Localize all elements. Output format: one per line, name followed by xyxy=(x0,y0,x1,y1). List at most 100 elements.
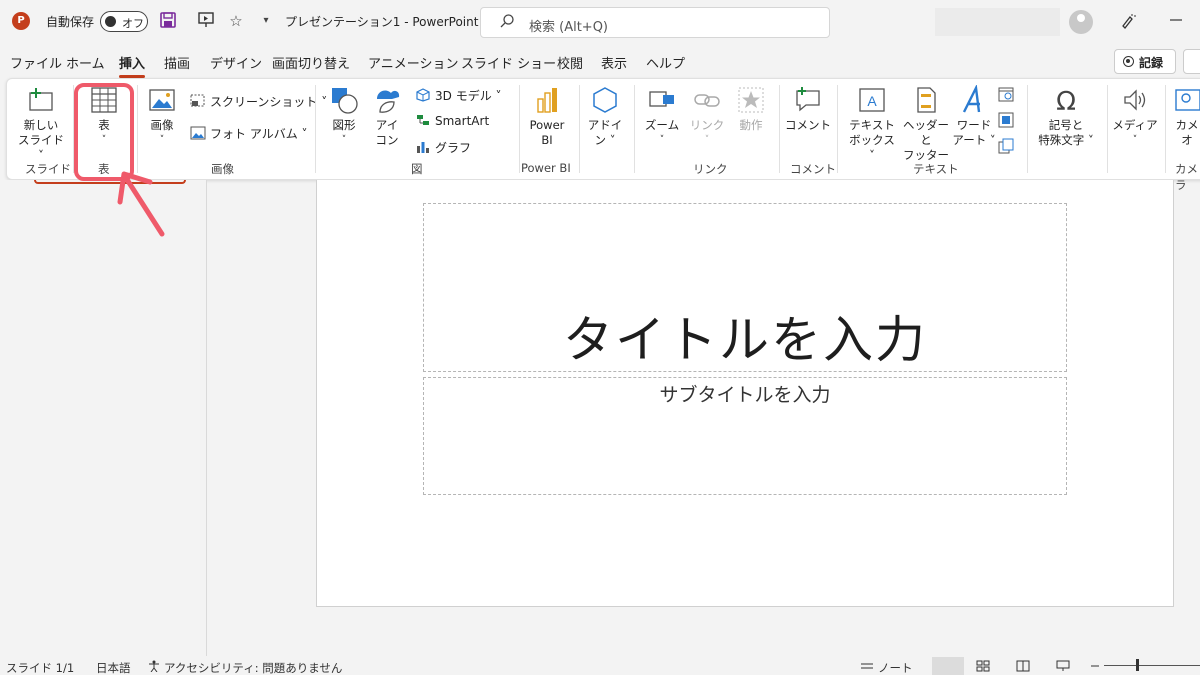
designer-icon[interactable] xyxy=(1118,12,1138,32)
link-caret: ˅ xyxy=(704,135,710,145)
header-footer-label-1: ヘッダーと xyxy=(903,118,949,147)
zoom-out-icon[interactable] xyxy=(1090,660,1100,674)
smartart-label: SmartArt xyxy=(435,114,490,128)
language[interactable]: 日本語 xyxy=(96,660,131,675)
zoom-slider[interactable] xyxy=(1104,665,1200,666)
title-placeholder[interactable]: タイトルを入力 xyxy=(423,203,1067,372)
status-bar: スライド 1/1 日本語 アクセシビリティ: 問題ありません ノート xyxy=(0,656,1200,675)
autosave-toggle[interactable]: オフ xyxy=(100,11,148,32)
tab-draw[interactable]: 描画 xyxy=(164,53,190,72)
speaker-icon xyxy=(1124,89,1146,111)
zoom-label: ズーム xyxy=(644,118,680,132)
save-icon[interactable] xyxy=(158,11,178,31)
group-divider xyxy=(779,85,780,173)
record-icon xyxy=(1123,56,1134,67)
account-name xyxy=(935,8,1060,36)
slide-thumbnail-pane[interactable] xyxy=(0,180,207,656)
camera-button[interactable]: カメ オ xyxy=(1169,85,1200,148)
tab-transitions[interactable]: 画面切り替え xyxy=(272,53,350,72)
group-label-camera: カメラ xyxy=(1175,162,1198,192)
textbox-label-1: テキスト xyxy=(849,118,895,132)
wordart-icon xyxy=(962,85,981,113)
smartart-button[interactable]: SmartArt xyxy=(415,113,489,128)
tab-file[interactable]: ファイル xyxy=(10,53,62,72)
3d-model-label: 3D モデル ˅ xyxy=(435,89,502,103)
media-label: メディア xyxy=(1112,118,1158,132)
zoom-slider-thumb[interactable] xyxy=(1136,659,1139,671)
powerbi-icon xyxy=(537,88,557,113)
symbols-button[interactable]: Ω 記号と 特殊文字 ˅ xyxy=(1033,85,1099,148)
icons-button[interactable]: アイ コン xyxy=(369,85,405,148)
autosave-state: オフ xyxy=(122,17,144,30)
slide-sorter-icon[interactable] xyxy=(976,660,990,675)
header-footer-button[interactable]: ヘッダーと フッター xyxy=(901,85,951,163)
group-divider xyxy=(519,85,520,173)
group-divider xyxy=(315,85,316,173)
avatar[interactable] xyxy=(1069,10,1093,34)
tab-view[interactable]: 表示 xyxy=(601,53,627,72)
group-label-image: 画像 xyxy=(211,162,234,176)
group-label-slide: スライド xyxy=(25,162,71,176)
image-button[interactable]: 画像 ˅ xyxy=(143,85,181,148)
comment-button[interactable]: コメント xyxy=(785,85,831,133)
shapes-label: 図形 xyxy=(332,118,356,132)
media-caret: ˅ xyxy=(1132,135,1138,145)
new-slide-label-1: 新しい xyxy=(23,118,59,132)
media-button[interactable]: メディア ˅ xyxy=(1111,85,1159,148)
record-label: 記録 xyxy=(1139,56,1164,70)
action-button[interactable]: 動作 xyxy=(731,85,771,133)
group-divider xyxy=(1027,85,1028,173)
powerbi-label-2: BI xyxy=(541,133,553,147)
new-slide-icon xyxy=(29,88,53,111)
minimize-icon[interactable] xyxy=(1166,12,1186,32)
tab-insert[interactable]: 挿入 xyxy=(119,53,146,78)
link-button[interactable]: リンク ˅ xyxy=(687,85,727,148)
addin-button[interactable]: アドイ ン ˅ xyxy=(585,85,625,148)
zoom-button[interactable]: ズーム ˅ xyxy=(641,85,683,148)
photo-album-button[interactable]: フォト アルバム ˅ xyxy=(190,125,308,142)
tab-design[interactable]: デザイン xyxy=(210,53,262,72)
slideshow-icon[interactable] xyxy=(1056,660,1070,675)
customize-toolbar-icon[interactable]: ▾ xyxy=(256,11,276,31)
3d-model-button[interactable]: 3D モデル ˅ xyxy=(415,87,502,104)
notes-button[interactable]: ノート xyxy=(878,660,913,675)
tab-home[interactable]: ホーム xyxy=(66,53,105,72)
comments-button[interactable] xyxy=(1183,49,1200,74)
object-icon[interactable] xyxy=(997,137,1015,158)
date-time-icon[interactable] xyxy=(997,85,1015,106)
icons-icon xyxy=(377,90,400,113)
present-from-start-icon[interactable] xyxy=(196,11,216,31)
normal-view-button[interactable] xyxy=(932,657,964,675)
group-divider xyxy=(1165,85,1166,173)
zoom-caret: ˅ xyxy=(659,135,665,145)
shapes-button[interactable]: 図形 ˅ xyxy=(325,85,363,148)
accessibility-status[interactable]: アクセシビリティ: 問題ありません xyxy=(164,660,342,675)
tab-animations[interactable]: アニメーション xyxy=(368,53,458,72)
photo-album-label: フォト アルバム ˅ xyxy=(210,127,308,141)
graph-button[interactable]: グラフ xyxy=(415,139,471,156)
screenshot-button[interactable]: スクリーンショット ˅ xyxy=(190,93,327,110)
tab-review[interactable]: 校閲 xyxy=(557,53,583,72)
search-box[interactable]: 検索 (Alt+Q) xyxy=(480,7,830,38)
new-slide-button[interactable]: 新しい スライド ˅ xyxy=(17,85,65,163)
powerbi-button[interactable]: Power BI xyxy=(525,85,569,148)
title-bar: P 自動保存 オフ ☆ ▾ プレゼンテーション1 - PowerPoint 検索… xyxy=(0,0,1200,44)
textbox-button[interactable]: A テキスト ボックス ˅ xyxy=(845,85,899,163)
tab-help[interactable]: ヘルプ xyxy=(646,53,685,72)
wordart-button[interactable]: ワード アート ˅ xyxy=(951,85,997,148)
group-label-figure: 図 xyxy=(411,162,423,176)
symbols-label-2: 特殊文字 ˅ xyxy=(1038,133,1094,147)
slide-number-icon[interactable] xyxy=(997,111,1015,132)
new-slide-label-2: スライド ˅ xyxy=(18,133,64,162)
notes-icon xyxy=(860,660,874,675)
svg-text:A: A xyxy=(867,93,877,109)
record-button[interactable]: 記録 xyxy=(1114,49,1176,74)
tab-slideshow[interactable]: スライド ショー xyxy=(461,53,556,72)
subtitle-placeholder[interactable]: サブタイトルを入力 xyxy=(423,377,1067,495)
reading-view-icon[interactable] xyxy=(1016,660,1030,675)
powerbi-label-1: Power xyxy=(529,118,565,132)
textbox-icon: A xyxy=(859,88,885,112)
ribbon-tabs: ファイル ホーム 挿入 描画 デザイン 画面切り替え アニメーション スライド … xyxy=(0,48,1200,78)
smartart-icon xyxy=(417,115,429,125)
star-icon[interactable]: ☆ xyxy=(226,11,246,31)
